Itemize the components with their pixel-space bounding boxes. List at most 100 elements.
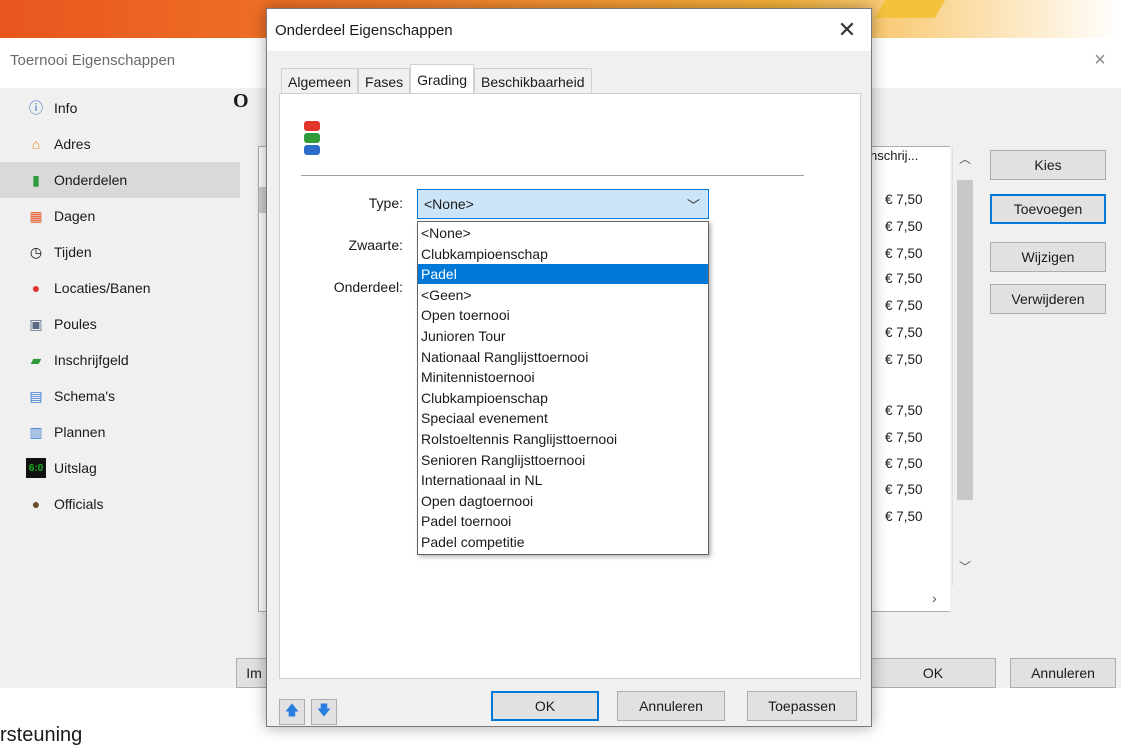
price-cell: € 7,50 [885, 192, 923, 207]
onderdeel-label: Onderdeel: [333, 279, 403, 295]
price-cell: € 7,50 [885, 509, 923, 524]
scroll-down-icon[interactable]: ﹀ [953, 558, 977, 578]
scrollbar-thumb[interactable] [957, 180, 973, 500]
tab-fases[interactable]: Fases [358, 68, 411, 94]
toepassen-button[interactable]: Toepassen [747, 691, 857, 721]
sidebar-item-uitslag[interactable]: 6:0 Uitslag [0, 450, 240, 486]
type-dropdown-list[interactable]: <None> Clubkampioenschap Padel <Geen> Open t… [417, 221, 709, 555]
sidebar-item-label: Schema's [54, 388, 116, 404]
sidebar-item-label: Officials [54, 496, 104, 512]
dropdown-option[interactable]: Speciaal evenement [418, 408, 708, 428]
sidebar-item-label: Inschrijfgeld [54, 352, 129, 368]
sidebar-item-plannen[interactable]: ▥ Plannen [0, 414, 240, 450]
section-heading: O [233, 90, 249, 112]
dropdown-option[interactable]: Senioren Ranglijsttoernooi [418, 450, 708, 470]
sidebar-item-info[interactable]: ⓘ Info [0, 90, 240, 126]
ok-button[interactable]: OK [491, 691, 599, 721]
dropdown-option[interactable]: Junioren Tour [418, 326, 708, 346]
sidebar-item-label: Locaties/Banen [54, 280, 151, 296]
dropdown-option[interactable]: <Geen> [418, 285, 708, 305]
grid-icon: ▣ [29, 315, 43, 332]
sidebar-item-label: Plannen [54, 424, 106, 440]
onderdeel-properties-dialog: Onderdeel Eigenschappen ✕ Algemeen Fases G… [266, 8, 872, 727]
dropdown-option[interactable]: Open dagtoernooi [418, 491, 708, 511]
arrow-down-icon: 🡇 [316, 702, 332, 718]
house-icon: ⌂ [31, 136, 41, 152]
sidebar-item-label: Poules [54, 316, 97, 332]
move-down-button[interactable]: 🡇 [311, 699, 337, 725]
sidebar-item-label: Uitslag [54, 460, 97, 476]
clock-icon: ◷ [29, 243, 43, 260]
annuleren-button[interactable]: Annuleren [617, 691, 725, 721]
calendar-icon: ▦ [29, 207, 43, 224]
dropdown-option[interactable]: Rolstoeltennis Ranglijsttoernooi [418, 429, 708, 449]
price-cell: € 7,50 [885, 219, 923, 234]
dropdown-option[interactable]: Open toernooi [418, 305, 708, 325]
dropdown-option[interactable]: <None> [418, 223, 708, 243]
move-up-button[interactable]: 🡅 [279, 699, 305, 725]
sidebar-item-onderdelen[interactable]: ▮ Onderdelen [0, 162, 240, 198]
chevron-down-icon[interactable]: ﹀ [687, 195, 700, 214]
sidebar-item-label: Onderdelen [54, 172, 128, 188]
dropdown-option[interactable]: Clubkampioenschap [418, 388, 708, 408]
price-cell: € 7,50 [885, 325, 923, 340]
inschrijfgeld-column [870, 146, 950, 612]
scroll-right-icon[interactable]: › [932, 590, 937, 606]
wijzigen-button[interactable]: Wijzigen [990, 242, 1106, 272]
dialog-title: Onderdeel Eigenschappen [275, 22, 453, 39]
dropdown-option[interactable]: Clubkampioenschap [418, 244, 708, 264]
sidebar-item-adres[interactable]: ⌂ Adres [0, 126, 240, 162]
sidebar-item-locaties-banen[interactable]: ● Locaties/Banen [0, 270, 240, 306]
banner-accent [874, 0, 946, 18]
sidebar-item-tijden[interactable]: ◷ Tijden [0, 234, 240, 270]
price-cell: € 7,50 [885, 271, 923, 286]
arrow-up-icon: 🡅 [284, 702, 300, 718]
type-select-value: <None> [424, 196, 474, 212]
stack-icon: ▮ [32, 171, 40, 188]
score-icon: 6:0 [26, 458, 46, 478]
dropdown-option[interactable]: Padel [418, 264, 708, 285]
tab-algemeen[interactable]: Algemeen [281, 68, 359, 94]
info-icon: ⓘ [29, 100, 43, 116]
dropdown-option[interactable]: Minitennistoernooi [418, 367, 708, 387]
price-cell: € 7,50 [885, 403, 923, 418]
stack-icon [304, 121, 320, 155]
separator [301, 175, 804, 176]
scroll-up-icon[interactable]: ︿ [953, 150, 977, 170]
back-ok-button[interactable]: OK [870, 658, 996, 688]
sidebar-item-label: Info [54, 100, 78, 116]
sidebar-item-label: Adres [54, 136, 91, 152]
sidebar-item-dagen[interactable]: ▦ Dagen [0, 198, 240, 234]
price-cell: € 7,50 [885, 456, 923, 471]
price-cell: € 7,50 [885, 430, 923, 445]
sidebar-item-inschrijfgeld[interactable]: ▰ Inschrijfgeld [0, 342, 240, 378]
price-cell: € 7,50 [885, 298, 923, 313]
sidebar-item-label: Dagen [54, 208, 96, 224]
verwijderen-button[interactable]: Verwijderen [990, 284, 1106, 314]
vertical-scrollbar[interactable]: ︿ ﹀ [952, 146, 976, 586]
sidebar-item-schema-s[interactable]: ▤ Schema's [0, 378, 240, 414]
dropdown-option[interactable]: Internationaal in NL [418, 470, 708, 490]
close-icon[interactable]: × [1090, 50, 1110, 70]
price-cell: € 7,50 [885, 246, 923, 261]
window-title: Toernooi Eigenschappen [10, 52, 176, 69]
type-select[interactable]: <None> ﹀ [417, 189, 709, 219]
tab-bar: Algemeen Fases Grading Beschikbaarheid [281, 64, 592, 94]
sidebar-item-poules[interactable]: ▣ Poules [0, 306, 240, 342]
type-label: Type: [368, 195, 403, 211]
toevoegen-button[interactable]: Toevoegen [990, 194, 1106, 224]
schema-icon: ▤ [29, 387, 43, 404]
sidebar-item-officials[interactable]: ● Officials [0, 486, 240, 522]
money-icon: ▰ [30, 351, 42, 368]
dropdown-option[interactable]: Nationaal Ranglijsttoernooi [418, 347, 708, 367]
kies-button[interactable]: Kies [990, 150, 1106, 180]
dropdown-option[interactable]: Padel toernooi [418, 511, 708, 531]
price-cell: € 7,50 [885, 482, 923, 497]
tab-beschikbaarheid[interactable]: Beschikbaarheid [473, 68, 592, 94]
close-icon[interactable]: ✕ [835, 19, 859, 41]
column-header-inschrijfgeld[interactable]: nschrij... [870, 148, 918, 163]
zwaarte-label: Zwaarte: [348, 237, 403, 253]
tab-grading[interactable]: Grading [410, 64, 474, 94]
dropdown-option[interactable]: Padel competitie [418, 532, 708, 552]
back-annuleren-button[interactable]: Annuleren [1010, 658, 1116, 688]
